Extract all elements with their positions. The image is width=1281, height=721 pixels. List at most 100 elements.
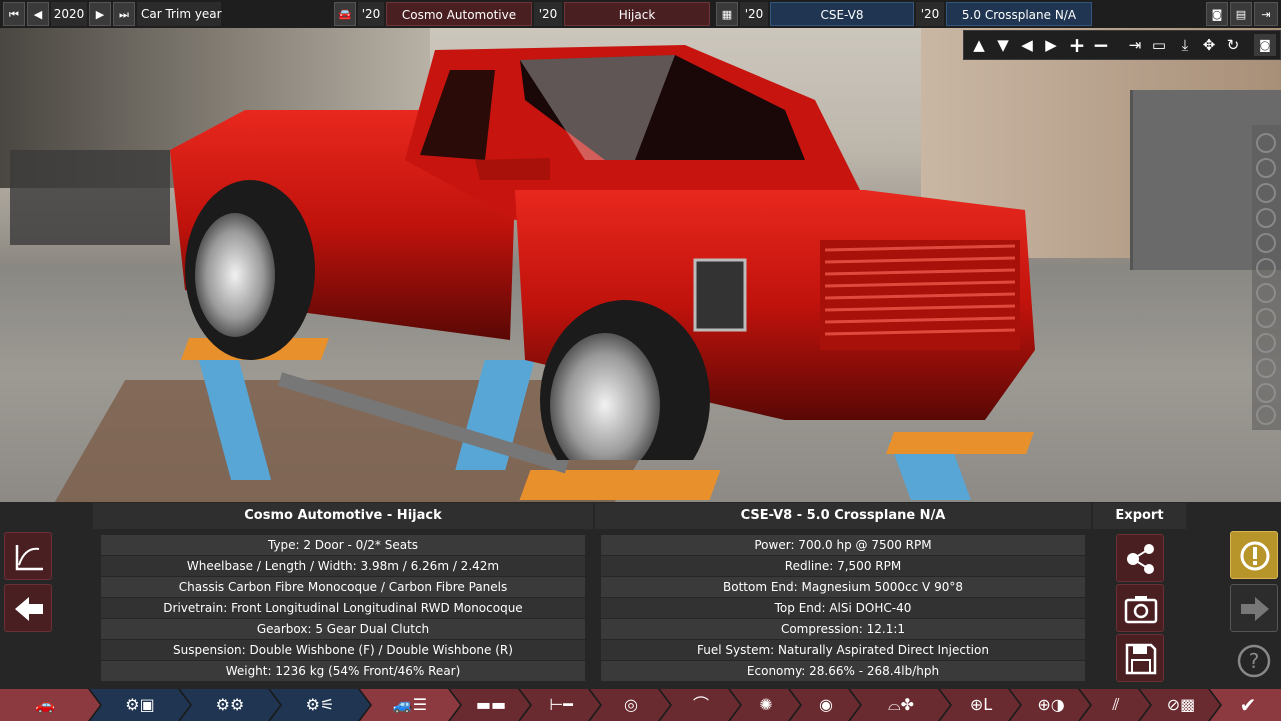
car-icon[interactable]: 🚘 — [334, 2, 356, 26]
tab-engine-family[interactable]: ⚙▣ — [90, 689, 190, 721]
next-button[interactable] — [1230, 584, 1278, 632]
engine-stat-row: Power: 700.0 hp @ 7500 RPM — [601, 535, 1085, 555]
tab-chassis[interactable]: ⊢━ — [520, 689, 600, 721]
exit-icon[interactable]: ⇥ — [1254, 2, 1278, 26]
last-year-button[interactable]: ⏭ — [113, 2, 135, 26]
tab-gearbox[interactable]: ⌒ — [660, 689, 740, 721]
trim-tab-icon: 🚙☰ — [392, 695, 428, 714]
office-desk — [10, 150, 170, 245]
engine-icon[interactable]: ▦ — [716, 2, 738, 26]
body-tab-icon: ▬▬ — [475, 695, 507, 714]
frame-side-icon[interactable] — [1256, 258, 1276, 278]
gear-side-icon[interactable] — [1256, 358, 1276, 378]
tab-brakes[interactable]: ◉ — [790, 689, 860, 721]
photo-button[interactable] — [1116, 584, 1164, 632]
camera-icon[interactable]: ◙ — [1206, 2, 1228, 26]
graph-button[interactable] — [4, 532, 52, 580]
gear-tab-icon: ⌒ — [692, 695, 709, 714]
car-view-icon[interactable]: ▭ — [1148, 34, 1170, 56]
move-icon[interactable]: ✥ — [1198, 34, 1220, 56]
car-tab-icon: 🚗 — [35, 695, 55, 714]
engine-year: '20 — [740, 2, 768, 26]
warning-button[interactable] — [1230, 531, 1278, 579]
engine-family-tab-icon: ⚙▣ — [125, 695, 155, 714]
brush-side-icon[interactable] — [1256, 158, 1276, 178]
share-button[interactable] — [1116, 534, 1164, 582]
engine-panel-title: CSE-V8 - 5.0 Crossplane N/A — [595, 503, 1091, 529]
designer-tabs: 🚗 ⚙▣ ⚙⚙ ⚙⚟ 🚙☰ ▬▬ ⊢━ ◎ ⌒ ✺ ◉ ⌓✤ ⊕ᒪ ⊕◑ ⫽ ⊘… — [0, 689, 1281, 721]
help-button[interactable]: ? — [1230, 637, 1278, 685]
side-toolbar — [1252, 125, 1281, 430]
camera-down-icon[interactable]: ▼ — [992, 34, 1014, 56]
tab-body[interactable]: ▬▬ — [450, 689, 530, 721]
tab-wheels[interactable]: ✺ — [730, 689, 800, 721]
brake-tab-icon: ◉ — [819, 695, 833, 714]
camera-right-icon[interactable]: ▶ — [1040, 34, 1062, 56]
wheel-tab-icon: ✺ — [759, 695, 773, 714]
engine-stat-row: Top End: AlSi DOHC-40 — [601, 598, 1085, 618]
variant-selector[interactable]: 5.0 Crossplane N/A — [946, 2, 1092, 26]
align-icon[interactable]: ⇥ — [1124, 34, 1146, 56]
tab-car[interactable]: 🚗 — [0, 689, 100, 721]
model-selector[interactable]: Hijack — [564, 2, 710, 26]
tab-suspension[interactable]: ⫽ — [1080, 689, 1150, 721]
person-side-icon[interactable] — [1256, 383, 1276, 403]
first-year-button[interactable]: ⏮ — [3, 2, 25, 26]
zoom-in-icon[interactable]: + — [1066, 34, 1088, 56]
grille — [820, 240, 1020, 350]
rear-wheel — [185, 180, 315, 360]
engine-stat-row: Bottom End: Magnesium 5000cc V 90°8 — [601, 577, 1085, 597]
car-stat-row: Gearbox: 5 Gear Dual Clutch — [101, 619, 585, 639]
tab-fixtures[interactable]: ◎ — [590, 689, 670, 721]
arrow-right-icon — [1241, 597, 1269, 621]
prev-year-button[interactable]: ◀ — [27, 2, 49, 26]
variant-year: '20 — [916, 2, 944, 26]
chassis-tab-icon: ⊢━ — [549, 695, 573, 714]
trim-year-label: Car Trim year — [137, 2, 222, 26]
axle-side-icon[interactable] — [1256, 183, 1276, 203]
lift-side-icon[interactable] — [1256, 308, 1276, 328]
headlight-tab-icon: ◎ — [624, 695, 638, 714]
body-side-icon[interactable] — [1256, 233, 1276, 253]
company-selector[interactable]: Cosmo Automotive — [386, 2, 532, 26]
model-year: '20 — [534, 2, 562, 26]
headlight — [693, 258, 747, 332]
circle-side-icon[interactable] — [1256, 405, 1276, 425]
tab-safety[interactable]: ⊕◑ — [1010, 689, 1090, 721]
engine-side-icon[interactable] — [1256, 333, 1276, 353]
engine-tune-tab-icon: ⚙⚟ — [305, 695, 335, 714]
tab-trim[interactable]: 🚙☰ — [360, 689, 460, 721]
back-button[interactable] — [4, 584, 52, 632]
tab-testing[interactable]: ⊘▩ — [1140, 689, 1220, 721]
save-icon — [1125, 643, 1157, 675]
engine-family-selector[interactable]: CSE-V8 — [770, 2, 914, 26]
top-bar: ⏮ ◀ 2020 ▶ ⏭ Car Trim year 🚘 '20 Cosmo A… — [0, 0, 1281, 28]
checkmark-icon: ✔ — [1239, 693, 1257, 717]
camera-up-icon[interactable]: ▲ — [968, 34, 990, 56]
car-stat-row: Drivetrain: Front Longitudinal Longitudi… — [101, 598, 585, 618]
seat-tab-icon: ⊕ᒪ — [969, 695, 993, 714]
calculator-icon[interactable]: ▤ — [1230, 2, 1252, 26]
car-stat-row: Type: 2 Door - 0/2* Seats — [101, 535, 585, 555]
lower-icon[interactable]: ⤓ — [1174, 34, 1196, 56]
tab-finish[interactable]: ✔ — [1210, 689, 1281, 721]
tab-aero[interactable]: ⌓✤ — [850, 689, 950, 721]
wheel-side-icon[interactable] — [1256, 133, 1276, 153]
car-stat-row: Wheelbase / Length / Width: 3.98m / 6.26… — [101, 556, 585, 576]
car-panel-title: Cosmo Automotive - Hijack — [93, 503, 593, 529]
grille-side-icon[interactable] — [1256, 283, 1276, 303]
camera-toolbar: ▲ ▼ ◀ ▶ + − ⇥ ▭ ⤓ ✥ ↻ ◙ — [963, 30, 1281, 60]
zoom-out-icon[interactable]: − — [1090, 34, 1112, 56]
door-side-icon[interactable] — [1256, 208, 1276, 228]
pickup-truck-model[interactable] — [165, 40, 1045, 460]
tab-interior[interactable]: ⊕ᒪ — [940, 689, 1020, 721]
save-button[interactable] — [1116, 634, 1164, 682]
camera-left-icon[interactable]: ◀ — [1016, 34, 1038, 56]
reset-rotation-icon[interactable]: ↻ — [1222, 34, 1244, 56]
screenshot-icon[interactable]: ◙ — [1254, 34, 1276, 56]
help-icon: ? — [1237, 644, 1271, 678]
tab-engine-design[interactable]: ⚙⚙ — [180, 689, 280, 721]
next-year-button[interactable]: ▶ — [89, 2, 111, 26]
garage-viewport[interactable] — [0, 0, 1281, 502]
tab-engine-tune[interactable]: ⚙⚟ — [270, 689, 370, 721]
